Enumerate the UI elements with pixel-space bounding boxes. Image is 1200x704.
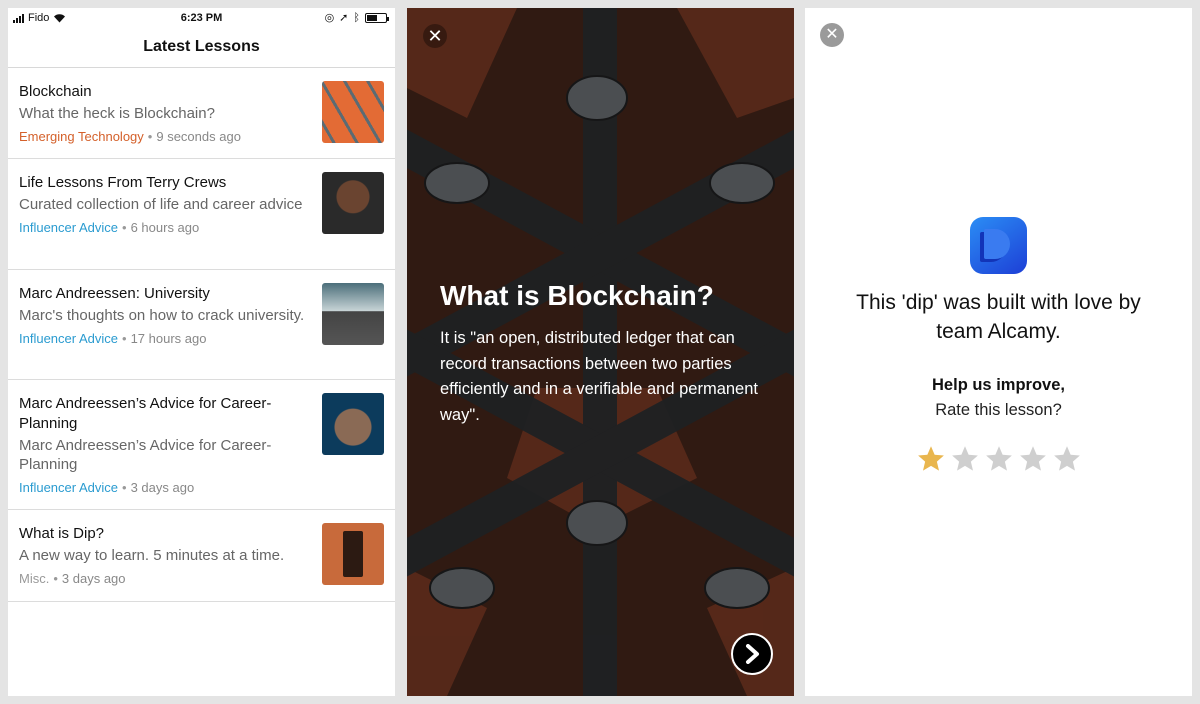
lesson-description: Marc Andreessen’s Advice for Career-Plan…	[19, 437, 272, 473]
bluetooth-icon: ᛒ	[353, 11, 360, 24]
lesson-title: Life Lessons From Terry Crews	[19, 174, 227, 191]
orientation-lock-icon: ◎	[324, 12, 335, 24]
rating-screen: ✕ This 'dip' was built with love by team…	[805, 8, 1192, 696]
lesson-title: Marc Andreessen: University	[19, 285, 210, 302]
lesson-thumbnail	[322, 523, 384, 585]
rate-prompt: Rate this lesson?	[935, 401, 1062, 419]
lesson-time: 3 days ago	[61, 571, 126, 586]
location-icon: ➚	[339, 12, 349, 24]
built-with-love-text: This 'dip' was built with love by team A…	[856, 291, 1141, 343]
lesson-description: What the heck is Blockchain?	[19, 105, 215, 122]
list-item[interactable]: Marc Andreessen’s Advice for Career-Plan…	[8, 380, 395, 510]
list-item[interactable]: Life Lessons From Terry Crews Curated co…	[8, 159, 395, 270]
chevron-right-icon	[746, 644, 759, 664]
list-item[interactable]: Marc Andreessen: University Marc's thoug…	[8, 270, 395, 380]
lesson-description: A new way to learn. 5 minutes at a time.	[19, 547, 285, 564]
lesson-description: Curated collection of life and career ad…	[19, 196, 303, 213]
page-title: Latest Lessons	[8, 28, 395, 68]
lesson-card-body: It is "an open, distributed ledger that …	[440, 329, 758, 424]
lesson-category[interactable]: Influencer Advice	[19, 331, 118, 346]
lesson-category[interactable]: Emerging Technology	[19, 129, 144, 144]
lesson-time: 17 hours ago	[130, 331, 207, 346]
lesson-description: Marc's thoughts on how to crack universi…	[19, 307, 305, 324]
lesson-time: 9 seconds ago	[156, 129, 241, 144]
next-button[interactable]	[731, 633, 773, 675]
lesson-list-screen: Fido 6:23 PM ◎ ➚ ᛒ Latest Lessons Blockc…	[8, 8, 395, 696]
lesson-title: What is Dip?	[19, 525, 105, 542]
dip-app-icon	[970, 217, 1027, 274]
close-icon[interactable]: ✕	[423, 24, 447, 48]
star-1-icon[interactable]	[916, 444, 946, 474]
status-bar: Fido 6:23 PM ◎ ➚ ᛒ	[8, 8, 395, 28]
list-item[interactable]: Blockchain What the heck is Blockchain? …	[8, 68, 395, 159]
lesson-category[interactable]: Misc.	[19, 571, 49, 586]
battery-icon	[365, 12, 389, 23]
lesson-category[interactable]: Influencer Advice	[19, 220, 118, 235]
lesson-title: Blockchain	[19, 83, 92, 100]
lesson-thumbnail	[322, 172, 384, 234]
lesson-thumbnail	[322, 393, 384, 455]
star-rating	[805, 444, 1192, 474]
lesson-card-title: What is Blockchain?	[440, 280, 714, 311]
star-3-icon[interactable]	[984, 444, 1014, 474]
lesson-time: 6 hours ago	[130, 220, 200, 235]
lesson-thumbnail	[322, 81, 384, 143]
star-5-icon[interactable]	[1052, 444, 1082, 474]
star-4-icon[interactable]	[1018, 444, 1048, 474]
lesson-category[interactable]: Influencer Advice	[19, 480, 118, 495]
lesson-card-screen: ✕ What is Blockchain? It is "an open, di…	[407, 8, 794, 696]
help-heading: Help us improve,	[932, 376, 1065, 394]
list-item[interactable]: What is Dip? A new way to learn. 5 minut…	[8, 510, 395, 602]
lesson-thumbnail	[322, 283, 384, 345]
lesson-title: Marc Andreessen’s Advice for Career-Plan…	[19, 395, 272, 432]
star-2-icon[interactable]	[950, 444, 980, 474]
lesson-time: 3 days ago	[130, 480, 195, 495]
close-icon[interactable]: ✕	[820, 23, 844, 47]
